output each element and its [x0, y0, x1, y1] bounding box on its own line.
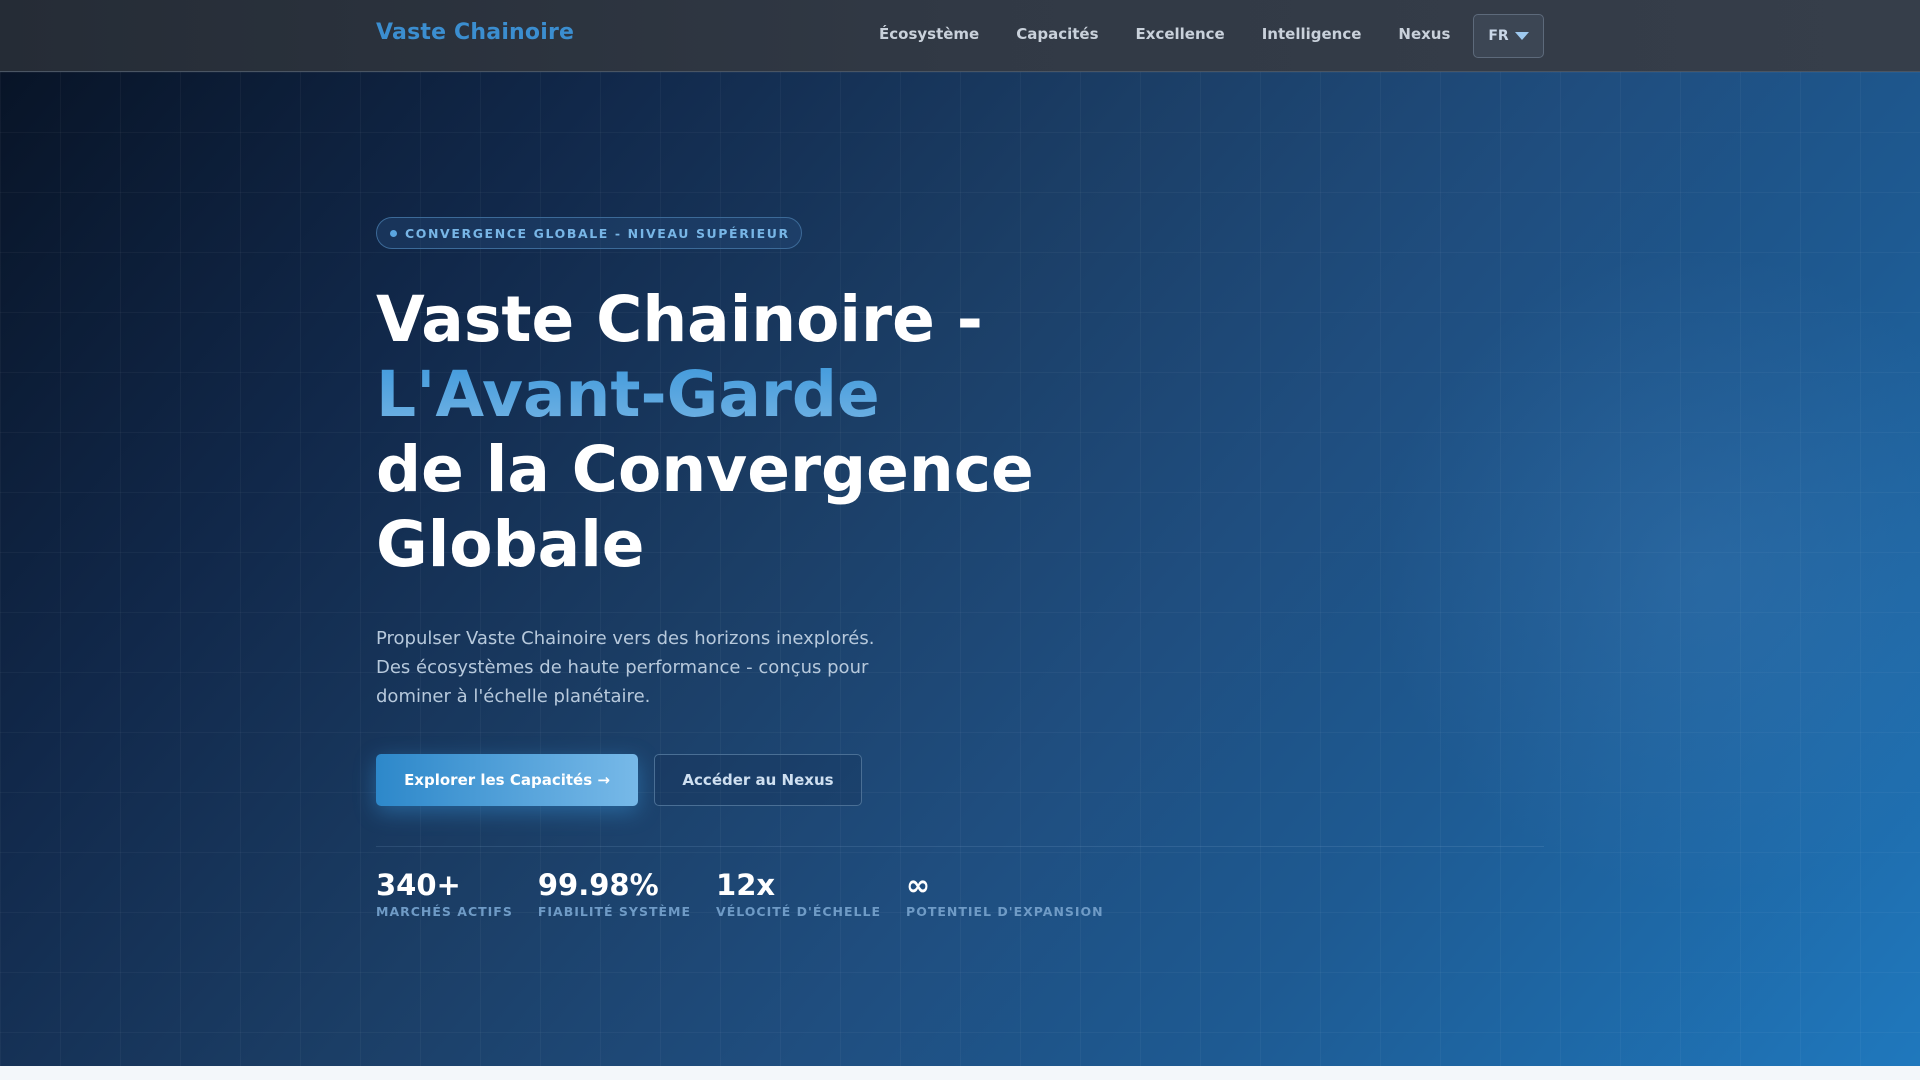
language-label: FR	[1488, 28, 1509, 44]
chevron-down-icon	[1514, 32, 1529, 40]
hero-headline: Vaste Chainoire - L'Avant-Garde de la Co…	[376, 282, 1236, 582]
nav-link-intelligence[interactable]: Intelligence	[1262, 25, 1362, 43]
stat-item: ∞ POTENTIEL D'EXPANSION	[906, 867, 1104, 919]
stat-label: POTENTIEL D'EXPANSION	[906, 904, 1104, 919]
headline-accent: L'Avant-Garde	[376, 358, 880, 431]
top-navigation: Vaste Chainoire Écosystème Capacités Exc…	[0, 0, 1920, 72]
hero-section: CONVERGENCE GLOBALE - NIVEAU SUPÉRIEUR V…	[0, 72, 1920, 1066]
explore-capabilities-label: Explorer les Capacités →	[404, 771, 610, 789]
brand-logo[interactable]: Vaste Chainoire	[376, 20, 574, 45]
access-nexus-button[interactable]: Accéder au Nexus	[654, 754, 862, 806]
headline-part-2: de la Convergence Globale	[376, 433, 1034, 581]
explore-capabilities-button[interactable]: Explorer les Capacités →	[376, 754, 638, 806]
hero-badge: CONVERGENCE GLOBALE - NIVEAU SUPÉRIEUR	[376, 217, 802, 249]
stat-value: 12x	[716, 868, 776, 902]
hero-stats: 340+ MARCHÉS ACTIFS 99.98% FIABILITÉ SYS…	[376, 867, 1129, 919]
stat-label: VÉLOCITÉ D'ÉCHELLE	[716, 904, 882, 919]
nav-link-ecosysteme[interactable]: Écosystème	[879, 25, 979, 43]
stat-item: 340+ MARCHÉS ACTIFS	[376, 867, 513, 919]
stat-value: 340+	[376, 868, 461, 902]
hero-lead: Propulser Vaste Chainoire vers des horiz…	[376, 628, 875, 707]
stat-value: ∞	[906, 868, 931, 902]
headline-part-1: Vaste Chainoire -	[376, 283, 983, 356]
stats-divider	[376, 846, 1544, 847]
badge-dot-icon	[390, 229, 397, 237]
nav-links: Écosystème Capacités Excellence Intellig…	[879, 25, 1487, 43]
page: Vaste Chainoire Écosystème Capacités Exc…	[0, 0, 1920, 1080]
stat-value: 99.98%	[537, 868, 659, 902]
stat-item: 12x VÉLOCITÉ D'ÉCHELLE	[716, 867, 881, 919]
badge-label: CONVERGENCE GLOBALE - NIVEAU SUPÉRIEUR	[405, 225, 790, 241]
stat-item: 99.98% FIABILITÉ SYSTÈME	[538, 867, 691, 919]
next-section-edge	[0, 1066, 1920, 1080]
stat-label: FIABILITÉ SYSTÈME	[537, 904, 692, 919]
access-nexus-label: Accéder au Nexus	[682, 771, 834, 789]
language-selector[interactable]: FR	[1473, 14, 1544, 58]
nav-link-capacites[interactable]: Capacités	[1016, 25, 1098, 43]
stat-label: MARCHÉS ACTIFS	[376, 904, 513, 919]
nav-link-nexus[interactable]: Nexus	[1398, 25, 1450, 43]
nav-link-excellence[interactable]: Excellence	[1136, 25, 1225, 43]
